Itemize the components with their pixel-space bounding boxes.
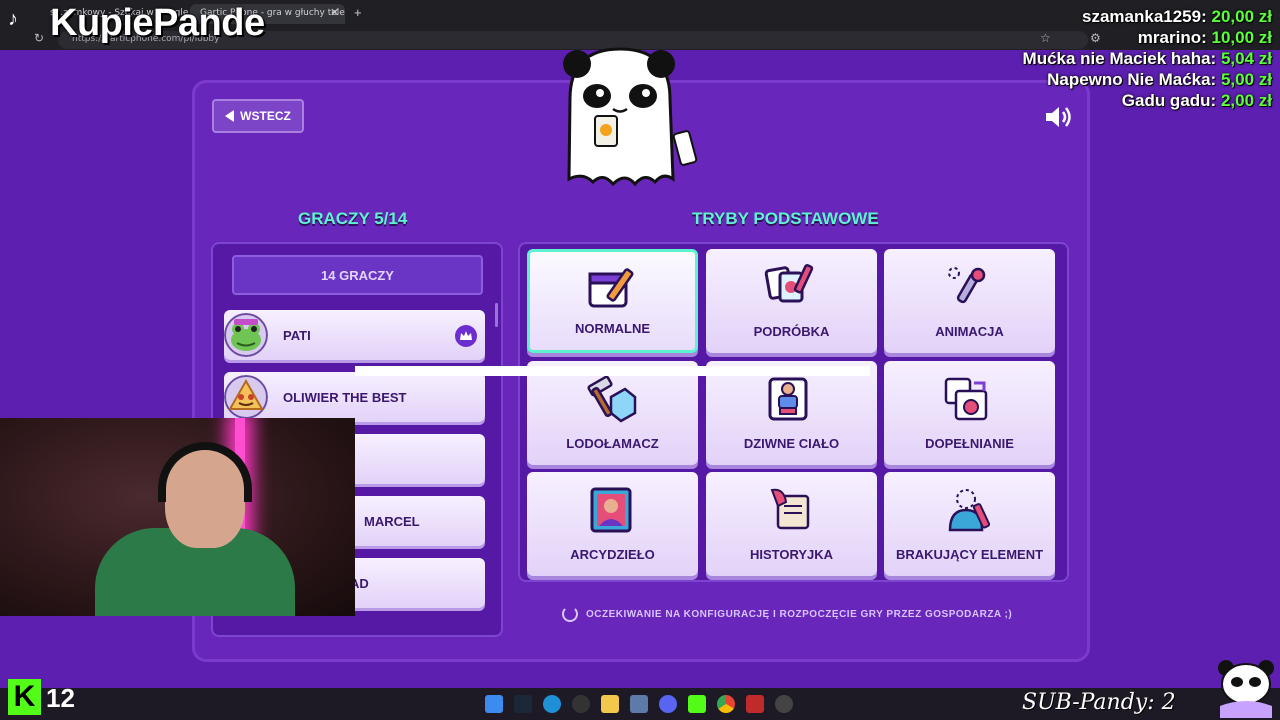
portrait-icon bbox=[590, 487, 632, 533]
panda-corner-icon bbox=[1218, 660, 1274, 718]
donation-entry: mrarino: 10,00 zł bbox=[1137, 28, 1272, 47]
overlay-white-bar bbox=[355, 366, 870, 376]
modes-title: TRYBY PODSTAWOWE bbox=[692, 209, 879, 228]
back-label: WSTECZ bbox=[240, 109, 291, 123]
mode-animacja[interactable]: ANIMACJA bbox=[884, 249, 1055, 353]
mode-lodolamacz[interactable]: LODOŁAMACZ bbox=[527, 361, 698, 465]
donation-entry: Gadu gadu: 2,00 zł bbox=[1121, 91, 1272, 110]
donation-entry: Napewno Nie Maćka: 5,00 zł bbox=[1047, 70, 1272, 89]
ghost-panda-mascot-icon bbox=[563, 47, 698, 187]
kick-logo-icon: K bbox=[8, 679, 41, 715]
windows-start-icon[interactable] bbox=[485, 695, 503, 713]
mode-label: PODRÓBKA bbox=[753, 324, 830, 339]
donation-entry: szamanka1259: 20,00 zł bbox=[1082, 7, 1272, 26]
frog-avatar-icon bbox=[224, 313, 268, 357]
webcam-feed bbox=[0, 418, 355, 616]
mode-arcydzielo[interactable]: ARCYDZIEŁO bbox=[527, 472, 698, 576]
kick-app-icon[interactable] bbox=[688, 695, 706, 713]
waiting-status: OCZEKIWANIE NA KONFIGURACJĘ I ROZPOCZĘCI… bbox=[562, 606, 1012, 622]
player-limit-button[interactable]: 14 GRACZY bbox=[232, 255, 483, 295]
mode-dziwne-cialo[interactable]: DZIWNE CIAŁO bbox=[706, 361, 877, 465]
steam-icon[interactable] bbox=[514, 695, 532, 713]
loading-spinner-icon bbox=[562, 606, 578, 622]
donation-entry: Mućka nie Maciek haha: 5,04 zł bbox=[1022, 49, 1272, 68]
new-tab-icon[interactable]: + bbox=[354, 5, 362, 20]
host-crown-icon bbox=[455, 325, 477, 347]
player-card-1: PATI bbox=[224, 310, 485, 360]
mode-label: DOPEŁNIANIE bbox=[925, 436, 1014, 451]
mode-dopelnianie[interactable]: DOPEŁNIANIE bbox=[884, 361, 1055, 465]
file-explorer-icon[interactable] bbox=[601, 695, 619, 713]
viewer-count: 12 bbox=[46, 683, 75, 713]
ice-hammer-icon bbox=[587, 375, 637, 423]
reload-icon[interactable]: ↻ bbox=[34, 31, 44, 45]
mode-label: LODOŁAMACZ bbox=[566, 436, 659, 451]
donations-list: szamanka1259: 20,00 zł mrarino: 10,00 zł… bbox=[1023, 6, 1272, 111]
mode-label: ANIMACJA bbox=[935, 324, 1004, 339]
player-name: PATI bbox=[283, 328, 311, 343]
mode-brakujacy-element[interactable]: BRAKUJĄCY ELEMENT bbox=[884, 472, 1055, 576]
scroll-quill-icon bbox=[770, 488, 810, 530]
back-button[interactable]: WSTECZ bbox=[212, 99, 304, 133]
mode-label: NORMALNE bbox=[574, 321, 651, 336]
player-card-2: OLIWIER THE BEST bbox=[224, 372, 485, 422]
players-scrollbar[interactable] bbox=[495, 303, 498, 327]
mode-label: ARCYDZIEŁO bbox=[570, 547, 655, 562]
player-name: MARCEL bbox=[364, 514, 420, 529]
person-dotted-icon bbox=[948, 489, 991, 532]
discord-icon[interactable] bbox=[659, 695, 677, 713]
mode-label: DZIWNE CIAŁO bbox=[743, 436, 840, 451]
sub-counter: SUB-Pandy: 2 bbox=[1022, 690, 1176, 715]
files-icon[interactable] bbox=[630, 695, 648, 713]
chrome-icon[interactable] bbox=[717, 695, 735, 713]
players-title: GRACZY 5/14 bbox=[298, 209, 408, 228]
back-arrow-icon bbox=[225, 110, 235, 122]
streamer-name: KupiePande bbox=[50, 2, 265, 44]
puzzle-apple-icon bbox=[944, 377, 988, 421]
mode-label: HISTORYJKA bbox=[749, 547, 834, 562]
waiting-text: OCZEKIWANIE NA KONFIGURACJĘ I ROZPOCZĘCI… bbox=[586, 608, 1013, 620]
mode-normalne[interactable]: NORMALNE bbox=[527, 249, 698, 353]
body-card-icon bbox=[768, 377, 808, 421]
mode-label: BRAKUJĄCY ELEMENT bbox=[895, 547, 1044, 562]
cards-pencil-icon bbox=[764, 264, 814, 303]
mode-historyjka[interactable]: HISTORYJKA bbox=[706, 472, 877, 576]
close-tab-icon[interactable]: ✕ bbox=[330, 6, 339, 19]
tiktok-icon: ♪ bbox=[8, 8, 18, 30]
mode-podrobka[interactable]: PODRÓBKA bbox=[706, 249, 877, 353]
player-name: OLIWIER THE BEST bbox=[283, 390, 407, 405]
settings-icon[interactable] bbox=[775, 695, 793, 713]
obs-icon[interactable] bbox=[572, 695, 590, 713]
pizza-avatar-icon bbox=[224, 375, 268, 419]
streamer-app-icon[interactable] bbox=[746, 695, 764, 713]
calendar-pencil-icon bbox=[588, 268, 634, 308]
pen-motion-icon bbox=[948, 267, 986, 304]
edge-icon[interactable] bbox=[543, 695, 561, 713]
